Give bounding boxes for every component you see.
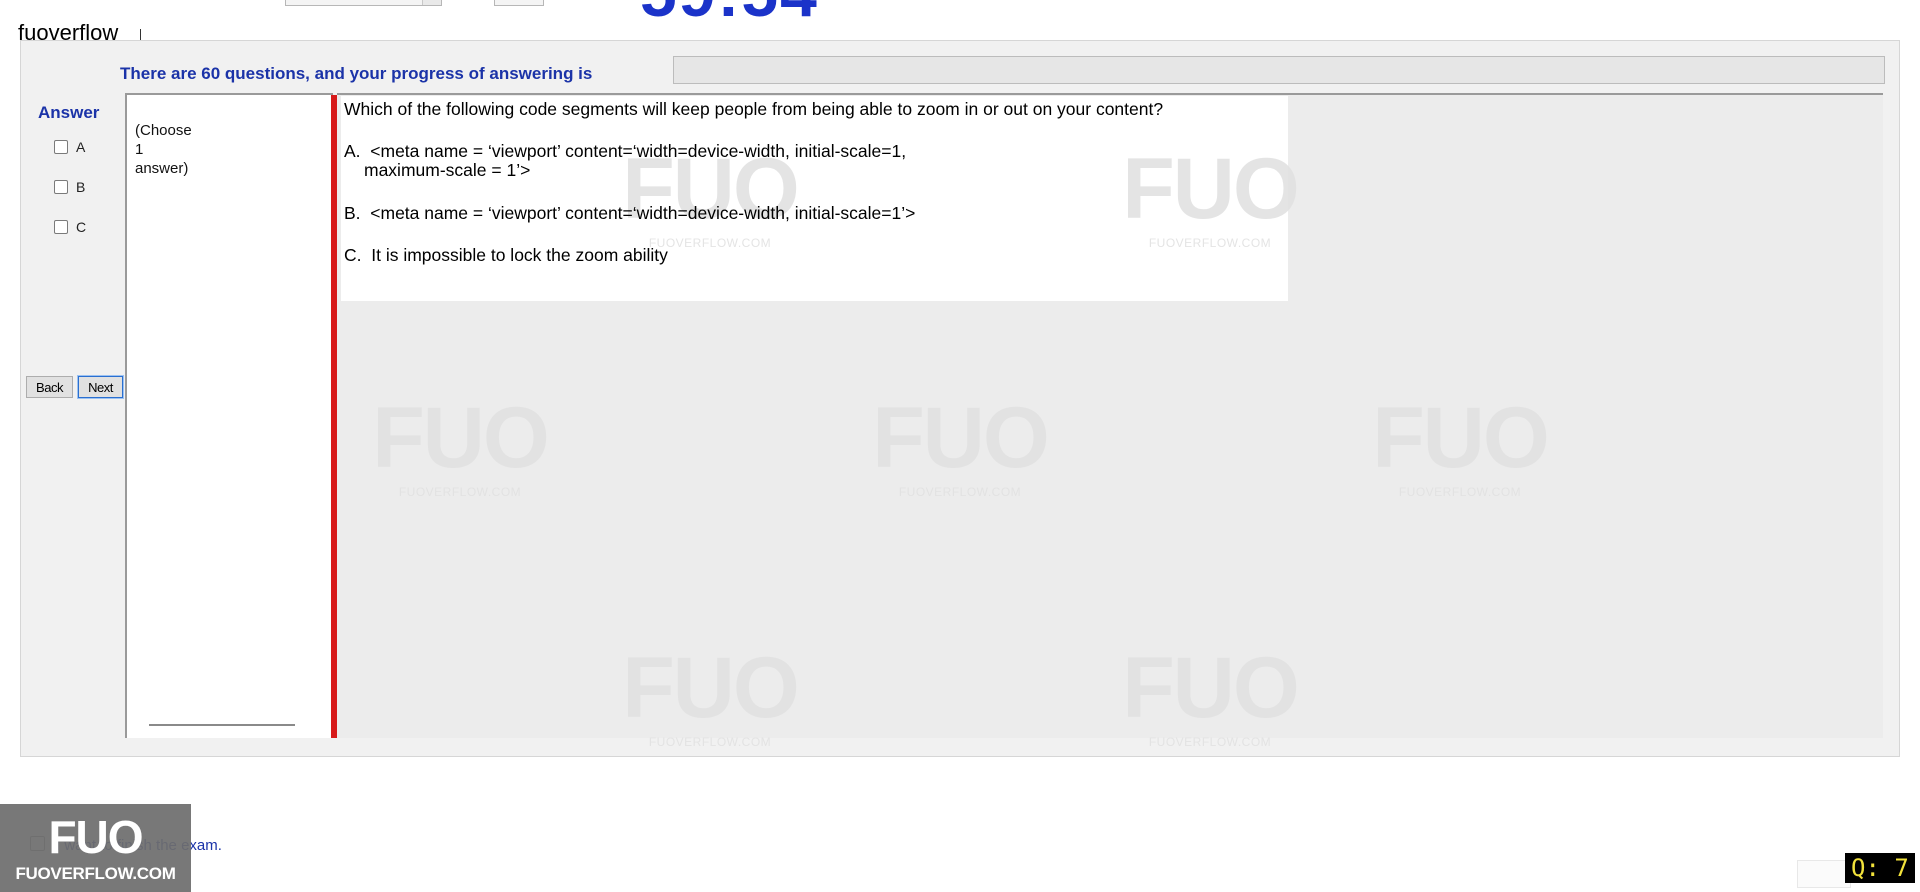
exam-code-combo[interactable]: [285, 0, 442, 6]
question-text: Which of the following code segments wil…: [344, 99, 1164, 119]
horizontal-scrollbar[interactable]: [149, 724, 295, 726]
choose-count-text: (Choose 1 answer): [135, 122, 192, 177]
answer-option-a[interactable]: A: [54, 139, 85, 155]
answer-option-c[interactable]: C: [54, 219, 86, 235]
choice-c: C. It is impossible to lock the zoom abi…: [344, 245, 668, 265]
answer-option-label: B: [76, 179, 86, 195]
answer-option-label: C: [76, 219, 87, 235]
watermark-logo: FUO FUOVERFLOW.COM: [872, 390, 1050, 499]
answer-option-b[interactable]: B: [54, 179, 85, 195]
timer-display: 59:54: [640, 0, 819, 26]
checkbox-c[interactable]: [54, 220, 68, 234]
choice-a-continued: maximum-scale = 1’>: [364, 160, 531, 180]
watermark-logo: FUO FUOVERFLOW.COM: [1372, 390, 1550, 499]
choice-b: B. <meta name = ‘viewport’ content=‘widt…: [344, 203, 916, 223]
fuoverflow-logo: FUO FUOVERFLOW.COM: [0, 804, 191, 892]
progress-bar: [673, 56, 1885, 84]
question-info-pane: [125, 93, 333, 738]
font-size-box[interactable]: [494, 0, 544, 6]
finish-button[interactable]: [1797, 860, 1851, 888]
next-button[interactable]: Next: [77, 375, 124, 399]
progress-label: There are 60 questions, and your progres…: [120, 64, 593, 83]
checkbox-a[interactable]: [54, 140, 68, 154]
answer-title: Answer: [38, 103, 100, 122]
choice-a: A. <meta name = ‘viewport’ content=‘widt…: [344, 141, 907, 161]
back-button[interactable]: Back: [26, 376, 73, 398]
watermark-logo: FUO FUOVERFLOW.COM: [1122, 640, 1300, 749]
watermark-logo: FUO FUOVERFLOW.COM: [372, 390, 550, 499]
watermark-logo: FUO FUOVERFLOW.COM: [1122, 141, 1300, 250]
watermark-logo: FUO FUOVERFLOW.COM: [622, 640, 800, 749]
watermark-logo: FUO FUOVERFLOW.COM: [622, 141, 800, 250]
checkbox-b[interactable]: [54, 180, 68, 194]
chevron-down-icon[interactable]: [422, 0, 441, 5]
question-number-badge: Q: 7: [1845, 853, 1915, 883]
answer-option-label: A: [76, 139, 86, 155]
